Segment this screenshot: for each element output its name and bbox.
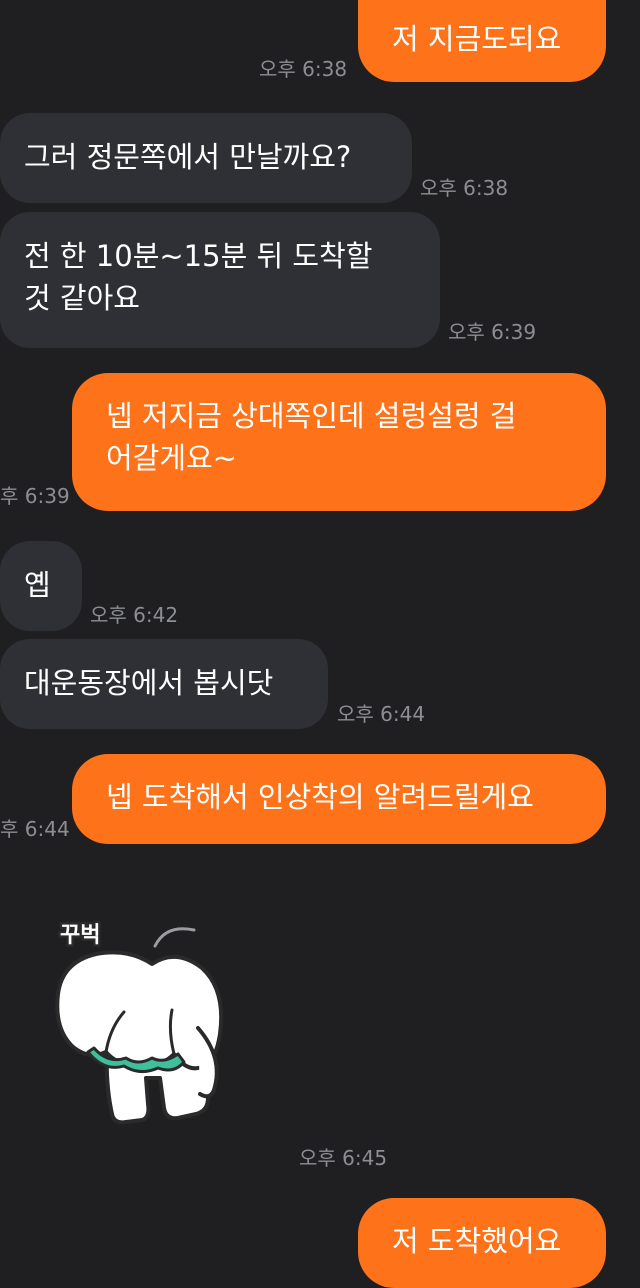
outgoing-message-bubble[interactable]: 넵 저지금 상대쪽인데 설렁설렁 걸 어갈게요~ — [72, 373, 606, 511]
incoming-message-bubble[interactable]: 그러 정문쪽에서 만날까요? — [0, 113, 412, 203]
incoming-message-bubble[interactable]: 옙 — [0, 541, 82, 631]
message-timestamp: 후 6:39 — [0, 484, 70, 508]
message-timestamp: 오후 6:39 — [448, 320, 537, 344]
sticker-timestamp: 오후 6:45 — [299, 1146, 388, 1170]
message-timestamp: 오후 6:38 — [420, 176, 509, 200]
incoming-message-bubble[interactable]: 전 한 10분~15분 뒤 도착할 것 같아요 — [0, 212, 440, 348]
message-timestamp: 오후 6:38 — [259, 57, 348, 81]
message-timestamp: 후 6:44 — [0, 817, 70, 841]
outgoing-message-bubble[interactable]: 저 지금도되요 — [358, 0, 606, 82]
sticker-caption: 꾸벅 — [60, 923, 100, 948]
outgoing-message-bubble[interactable]: 넵 도착해서 인상착의 알려드릴게요 — [72, 754, 606, 844]
message-timestamp: 오후 6:42 — [90, 603, 179, 627]
outgoing-message-bubble[interactable]: 저 도착했어요 — [358, 1198, 606, 1288]
bowing-creature-icon: 꾸벅 — [55, 921, 224, 1125]
incoming-message-bubble[interactable]: 대운동장에서 봅시닷 — [0, 639, 328, 729]
message-timestamp: 오후 6:44 — [337, 702, 426, 726]
bowing-sticker[interactable]: 꾸벅 — [48, 908, 238, 1133]
